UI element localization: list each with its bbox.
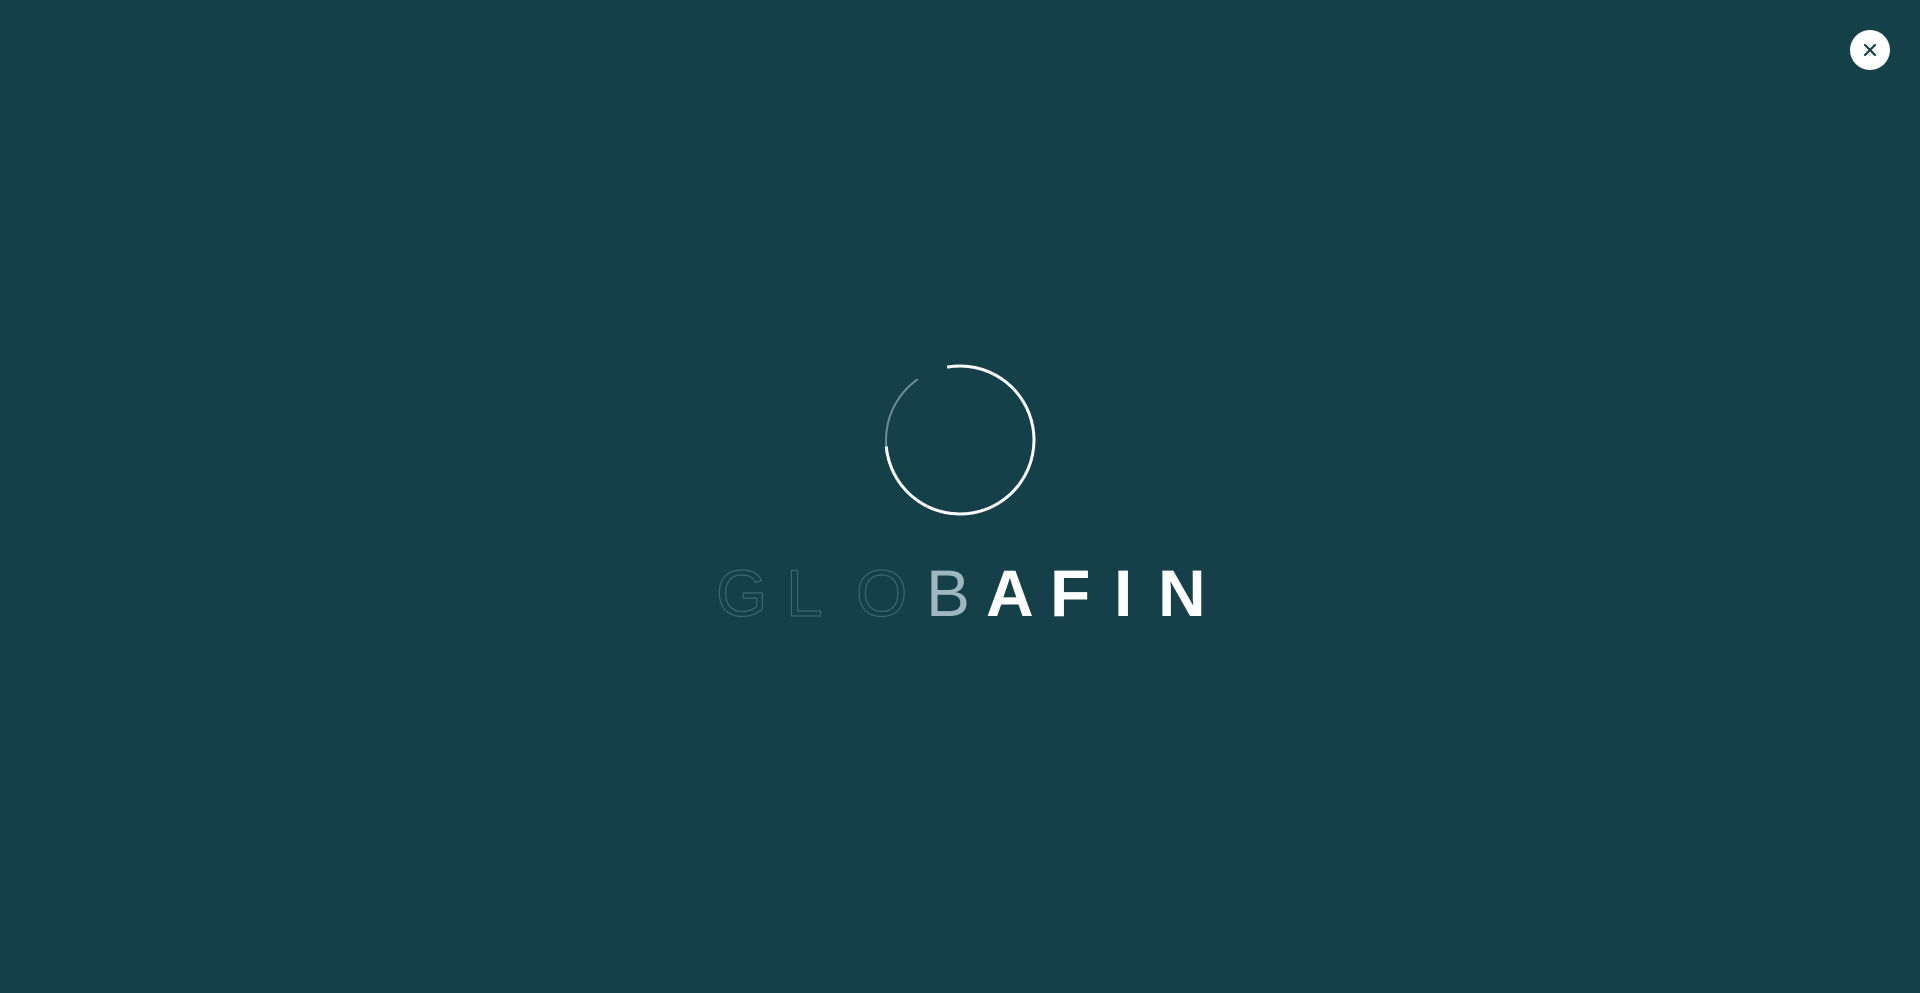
logo-letter: I (1114, 556, 1133, 630)
spinner-ring-icon (884, 364, 1036, 516)
logo-letter: G (715, 556, 768, 630)
logo-letter: N (1158, 556, 1206, 630)
logo-letter: F (1050, 556, 1091, 630)
globafin-logo: G L O B A F I N (715, 556, 1222, 630)
logo-letter: L (785, 556, 823, 630)
logo-letter: B (926, 556, 971, 630)
close-button[interactable] (1850, 30, 1890, 70)
loading-screen: G L O B A F I N (0, 0, 1920, 993)
close-icon (1863, 43, 1877, 57)
logo-letter: A (986, 556, 1034, 630)
logo-letter: O (855, 556, 908, 630)
